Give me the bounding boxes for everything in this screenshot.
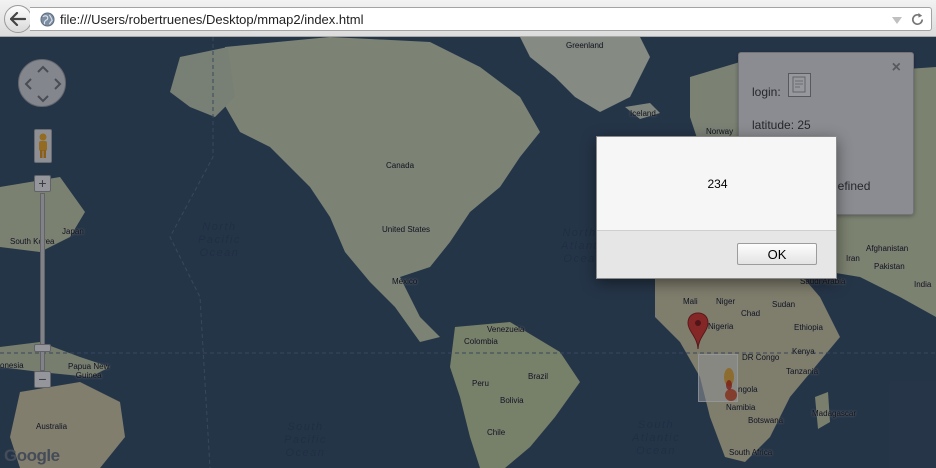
back-button[interactable] xyxy=(4,5,32,33)
globe-icon xyxy=(40,12,55,27)
address-bar[interactable]: file:///Users/robertruenes/Desktop/mmap2… xyxy=(30,7,932,31)
browser-toolbar: file:///Users/robertruenes/Desktop/mmap2… xyxy=(0,0,936,37)
dropdown-arrow-icon[interactable] xyxy=(891,14,903,26)
alert-message: 234 xyxy=(707,177,728,191)
ok-button[interactable]: OK xyxy=(737,243,817,265)
reload-icon[interactable] xyxy=(910,12,925,27)
alert-footer: OK xyxy=(597,230,836,278)
alert-dialog: 234 OK xyxy=(596,136,837,279)
url-text: file:///Users/robertruenes/Desktop/mmap2… xyxy=(60,12,364,27)
back-arrow-icon xyxy=(10,12,26,26)
